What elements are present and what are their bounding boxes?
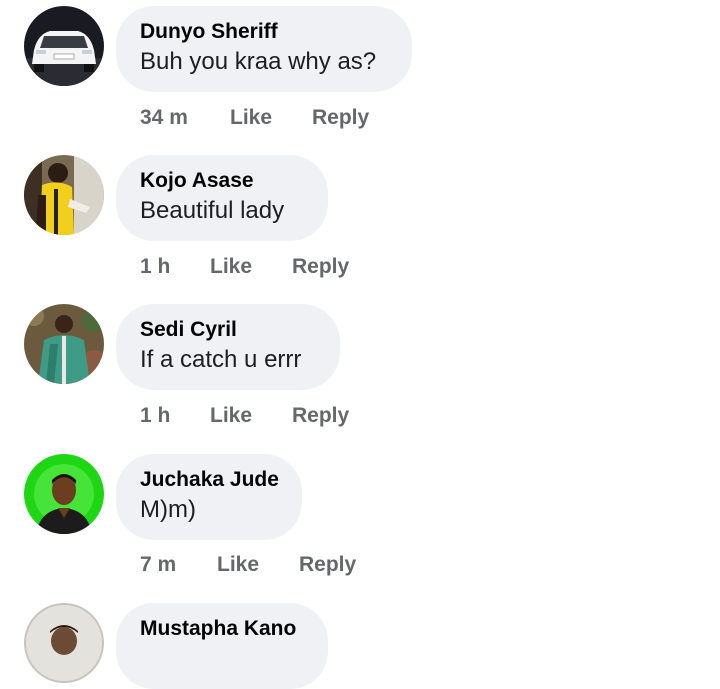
- comment-timestamp[interactable]: 7 m: [140, 553, 176, 577]
- comment-bubble[interactable]: Sedi Cyril If a catch u errr: [116, 304, 340, 390]
- like-button[interactable]: Like: [210, 404, 252, 428]
- comment-bubble[interactable]: Dunyo Sheriff Buh you kraa why as?: [116, 6, 412, 92]
- comment-author[interactable]: Sedi Cyril: [140, 318, 314, 342]
- avatar[interactable]: [24, 6, 104, 86]
- comment-text: Buh you kraa why as?: [140, 48, 377, 75]
- comment-text: Beautiful lady: [140, 197, 285, 224]
- reply-button[interactable]: Reply: [292, 404, 349, 428]
- comment-author[interactable]: Juchaka Jude: [140, 468, 279, 492]
- comment-timestamp[interactable]: 1 h: [140, 255, 170, 279]
- reply-button[interactable]: Reply: [312, 106, 369, 130]
- like-button[interactable]: Like: [230, 106, 272, 130]
- person-avatar-icon: [24, 304, 104, 384]
- avatar[interactable]: [24, 603, 104, 683]
- comment-author[interactable]: Dunyo Sheriff: [140, 20, 386, 44]
- person-avatar-icon: [24, 454, 104, 534]
- car-avatar-icon: [24, 6, 104, 86]
- comment-author[interactable]: Kojo Asase: [140, 169, 302, 193]
- comment-timestamp[interactable]: 1 h: [140, 404, 170, 428]
- comment-text: M)m): [140, 496, 196, 523]
- person-avatar-icon: [24, 155, 104, 235]
- avatar[interactable]: [24, 155, 104, 235]
- like-button[interactable]: Like: [210, 255, 252, 279]
- reply-button[interactable]: Reply: [292, 255, 349, 279]
- comment-bubble[interactable]: Kojo Asase Beautiful lady: [116, 155, 328, 241]
- comment-bubble[interactable]: Juchaka Jude M)m): [116, 454, 302, 540]
- person-avatar-icon: [24, 603, 104, 683]
- comment-bubble[interactable]: Mustapha Kano: [116, 603, 328, 689]
- like-button[interactable]: Like: [217, 553, 259, 577]
- comment-author[interactable]: Mustapha Kano: [140, 617, 302, 641]
- comment-timestamp[interactable]: 34 m: [140, 106, 188, 130]
- reply-button[interactable]: Reply: [299, 553, 356, 577]
- avatar[interactable]: [24, 454, 104, 534]
- comment-text: If a catch u errr: [140, 346, 302, 373]
- avatar[interactable]: [24, 304, 104, 384]
